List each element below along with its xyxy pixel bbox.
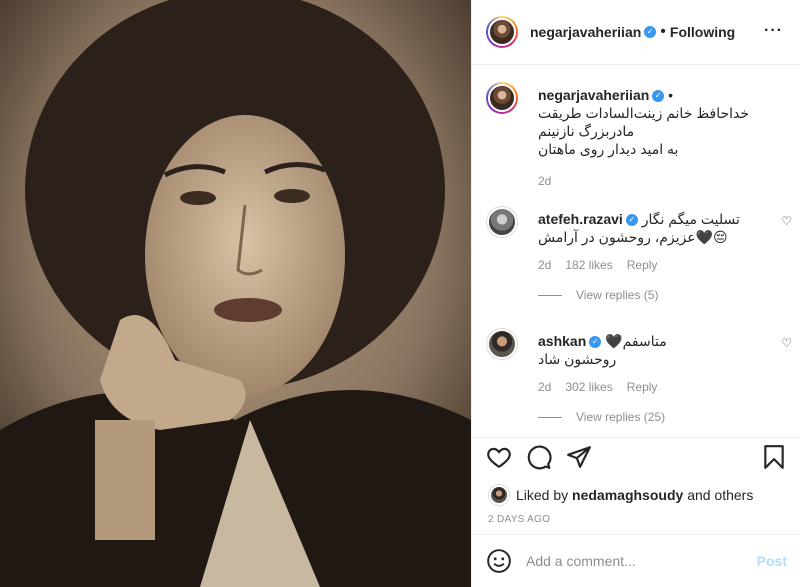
caption-time[interactable]: 2d xyxy=(538,174,551,188)
verified-badge-icon: ✓ xyxy=(625,214,638,227)
add-comment-bar: Post xyxy=(472,534,800,587)
comment-text: تسلیت میگم نگار xyxy=(641,211,740,227)
verified-badge-icon: ✓ xyxy=(589,336,602,349)
separator-dot: • xyxy=(668,87,674,103)
author-username[interactable]: negarjavaheriian xyxy=(530,24,641,40)
liked-by-prefix: Liked by xyxy=(516,487,569,503)
more-options-icon[interactable]: ··· xyxy=(764,22,783,40)
comment-username[interactable]: atefeh.razavi xyxy=(538,211,623,227)
portrait-image xyxy=(0,0,471,587)
comment-like-heart-icon[interactable]: ♡ xyxy=(781,214,792,228)
caption-author-avatar[interactable] xyxy=(486,82,518,114)
view-replies-label: View replies (5) xyxy=(576,288,659,302)
comment-item: atefeh.razavi ✓ تسلیت میگم نگار 😔🖤عزیزم، … xyxy=(486,206,792,316)
comment-text: متاسفم🖤 xyxy=(605,333,667,349)
view-replies-button[interactable]: View replies (5) xyxy=(538,288,778,302)
author-avatar[interactable] xyxy=(486,16,518,48)
liked-by-suffix[interactable]: and others xyxy=(687,487,753,503)
share-paper-plane-icon[interactable] xyxy=(566,444,592,470)
separator-dot: • xyxy=(660,23,666,40)
comment-likes[interactable]: 302 likes xyxy=(565,380,612,394)
post-header: negarjavaheriian ✓ • Following ··· xyxy=(472,0,800,65)
post-time-ago[interactable]: 2 DAYS AGO xyxy=(488,514,550,525)
emoji-smiley-icon[interactable] xyxy=(486,548,512,574)
reply-button[interactable]: Reply xyxy=(627,380,658,394)
reply-button[interactable]: Reply xyxy=(627,258,658,272)
view-replies-button[interactable]: View replies (25) xyxy=(538,410,778,424)
comment-text: روحشون شاد xyxy=(538,351,617,367)
commenter-avatar[interactable] xyxy=(486,206,518,238)
comment-time[interactable]: 2d xyxy=(538,258,551,272)
comment-bubble-icon[interactable] xyxy=(526,444,552,470)
caption-line: مادربزرگ نازنینم xyxy=(538,123,635,139)
verified-badge-icon: ✓ xyxy=(652,90,665,103)
action-bar xyxy=(472,437,800,475)
like-heart-icon[interactable] xyxy=(486,444,512,470)
post-side-panel: negarjavaheriian ✓ • Following ··· negar… xyxy=(471,0,800,587)
divider-line xyxy=(538,416,562,418)
comment-input[interactable] xyxy=(526,553,757,569)
comment-text: 😔🖤عزیزم، روحشون در آرامش xyxy=(538,229,728,245)
comment-like-heart-icon[interactable]: ♡ xyxy=(781,336,792,350)
caption: negarjavaheriian ✓ • خداحافظ خانم زینت‌ال… xyxy=(486,82,786,192)
divider-line xyxy=(538,294,562,296)
comment-item: ashkan ✓ متاسفم🖤 روحشون شاد 2d 302 likes … xyxy=(486,328,792,436)
verified-badge-icon: ✓ xyxy=(644,26,657,38)
comment-likes[interactable]: 182 likes xyxy=(565,258,612,272)
caption-author[interactable]: negarjavaheriian xyxy=(538,87,649,103)
view-replies-label: View replies (25) xyxy=(576,410,666,424)
post-button[interactable]: Post xyxy=(757,553,787,569)
caption-line: به امید دیدار روی ماهتان xyxy=(538,141,679,157)
following-button[interactable]: Following xyxy=(670,24,735,40)
liker-avatar[interactable] xyxy=(488,484,510,506)
comment-time[interactable]: 2d xyxy=(538,380,551,394)
save-bookmark-icon[interactable] xyxy=(761,444,787,470)
post-photo[interactable] xyxy=(0,0,471,587)
comments-list[interactable]: negarjavaheriian ✓ • خداحافظ خانم زینت‌ال… xyxy=(472,66,800,436)
comment-username[interactable]: ashkan xyxy=(538,333,586,349)
caption-line: خداحافظ خانم زینت‌السادات طریقت xyxy=(538,105,750,121)
liked-by: Liked by nedamaghsoudy and others xyxy=(488,484,753,506)
commenter-avatar[interactable] xyxy=(486,328,518,360)
liked-by-user[interactable]: nedamaghsoudy xyxy=(572,487,683,503)
